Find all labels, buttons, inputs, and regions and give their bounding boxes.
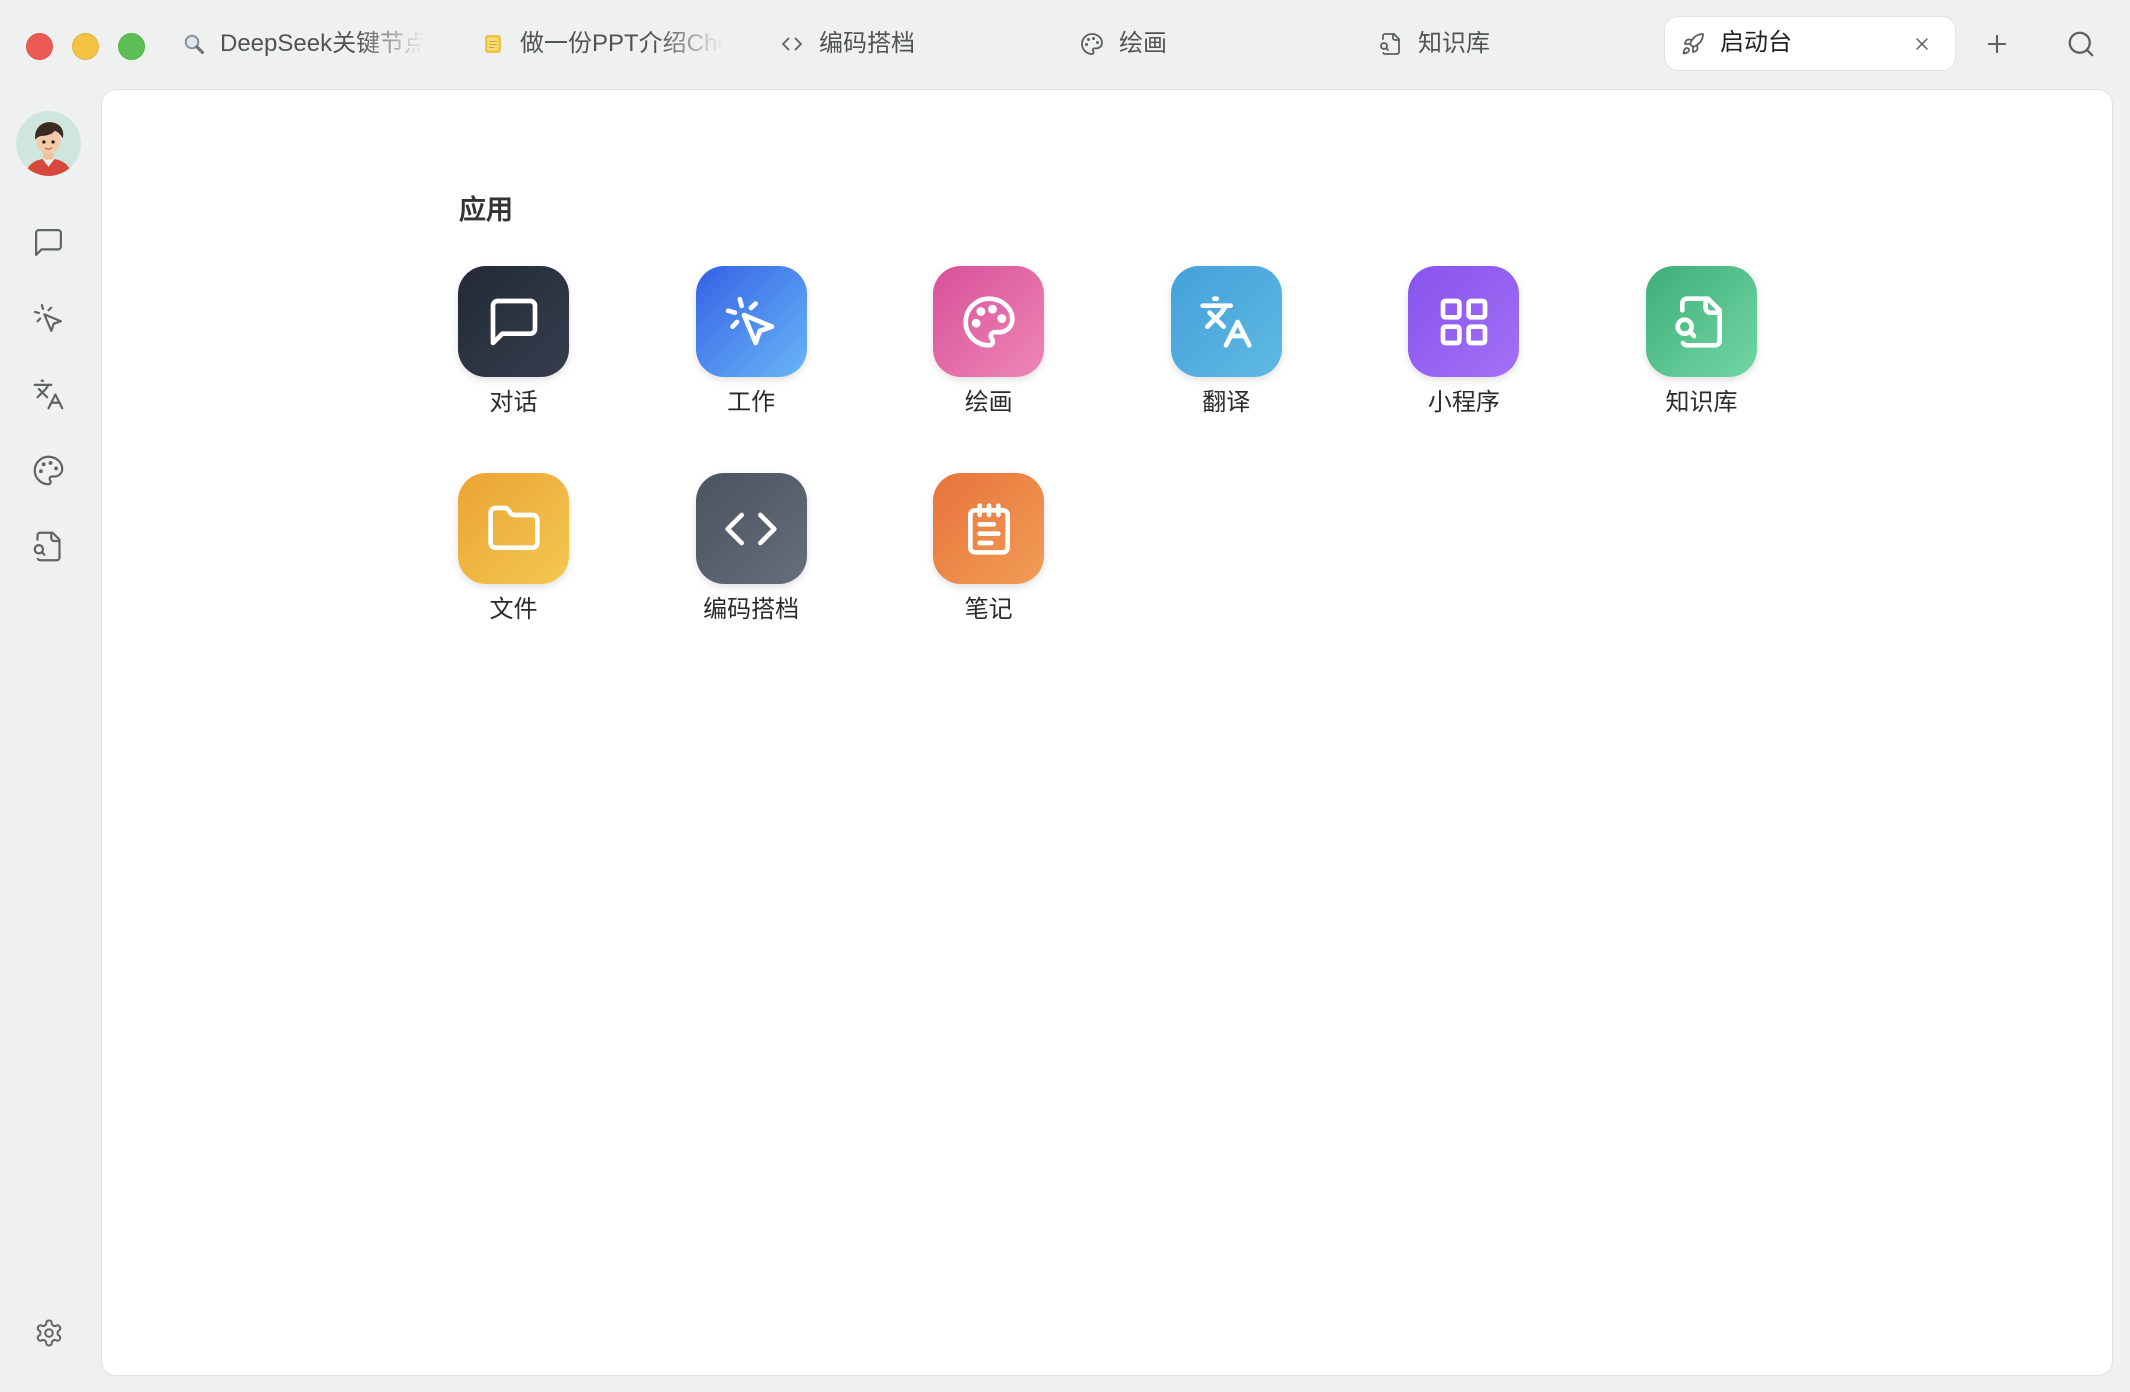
settings-button[interactable] — [34, 1318, 64, 1348]
search-icon[interactable] — [2066, 29, 2096, 59]
window-minimize-button[interactable] — [72, 33, 99, 60]
app-label: 小程序 — [1427, 389, 1500, 416]
app-work[interactable]: 工作 — [695, 266, 807, 417]
tab-launchpad[interactable]: 启动台 — [1664, 16, 1956, 71]
folder-icon — [487, 505, 540, 550]
app-coding-partner[interactable]: 编码搭档 — [695, 473, 807, 624]
magnifier-icon — [184, 34, 204, 54]
sidebar-item-paint[interactable] — [32, 454, 65, 487]
app-icon-tile[interactable] — [1170, 266, 1282, 377]
gear-icon — [36, 1319, 62, 1347]
tab-label: 知识库 — [1418, 30, 1490, 57]
pointer-click-icon — [33, 303, 62, 332]
app-label: 编码搭档 — [703, 596, 800, 623]
file-search-icon — [33, 531, 61, 562]
languages-icon — [33, 379, 64, 410]
app-files[interactable]: 文件 — [458, 473, 569, 624]
app-label: 绘画 — [964, 389, 1013, 416]
app-icon-tile[interactable] — [695, 473, 807, 584]
file-search-icon — [1675, 295, 1723, 348]
tab-label: 绘画 — [1119, 30, 1167, 57]
tab-coding-partner[interactable]: 编码搭档 — [780, 29, 915, 59]
window-close-button[interactable] — [26, 33, 53, 60]
app-paint[interactable]: 绘画 — [933, 266, 1045, 417]
message-square-icon — [35, 229, 62, 256]
launchpad-panel: 应用 对话 工作 绘画 翻译 小程序 知识库 文件 编码搭档 笔记 — [102, 90, 2112, 1375]
sidebar-item-work[interactable] — [32, 302, 65, 335]
app-notes[interactable]: 笔记 — [933, 473, 1045, 624]
app-icon-tile[interactable] — [458, 473, 569, 584]
app-icon-tile[interactable] — [1645, 266, 1757, 377]
tab-knowledge-base[interactable]: 知识库 — [1379, 29, 1490, 59]
app-icon-tile[interactable] — [695, 266, 807, 377]
app-translate[interactable]: 翻译 — [1170, 266, 1282, 417]
app-label: 翻译 — [1202, 389, 1251, 416]
palette-icon — [1081, 33, 1103, 55]
pointer-click-icon — [725, 296, 775, 345]
tab-label: DeepSeek关键节点 — [220, 30, 424, 57]
plus-icon[interactable] — [1983, 30, 2011, 58]
app-icon-tile[interactable] — [1408, 266, 1520, 377]
app-grid: 对话 工作 绘画 翻译 小程序 知识库 文件 编码搭档 笔记 — [458, 266, 1757, 624]
app-icon-tile[interactable] — [458, 266, 569, 377]
palette-icon — [963, 295, 1015, 348]
app-label: 知识库 — [1665, 389, 1738, 416]
tab-label: 编码搭档 — [819, 30, 915, 57]
notepad-icon — [967, 502, 1010, 555]
code-icon — [782, 37, 802, 51]
sidebar-item-translate[interactable] — [32, 378, 65, 411]
app-label: 笔记 — [964, 596, 1013, 623]
note-icon — [485, 35, 501, 53]
grid-icon — [1440, 298, 1488, 345]
rocket-icon — [1682, 33, 1704, 55]
tab-label: 启动台 — [1720, 29, 1792, 56]
languages-icon — [1200, 295, 1252, 348]
sidebar-item-knowledge[interactable] — [32, 530, 65, 563]
avatar-icon — [16, 111, 81, 176]
app-window: DeepSeek关键节点 做一份PPT介绍Che 编码搭档 绘画 知识库 启动台… — [0, 0, 2130, 1392]
app-label: 文件 — [489, 596, 538, 623]
app-icon-tile[interactable] — [933, 266, 1045, 377]
tab-label: 做一份PPT介绍Che — [520, 30, 723, 57]
code-icon — [725, 512, 777, 545]
app-label: 对话 — [489, 389, 538, 416]
avatar[interactable] — [16, 111, 81, 176]
window-zoom-button[interactable] — [118, 33, 145, 60]
section-title: 应用 — [459, 195, 513, 225]
app-label: 工作 — [727, 389, 776, 416]
tab-ppt[interactable]: 做一份PPT介绍Che — [481, 29, 723, 59]
palette-icon — [33, 455, 64, 486]
app-knowledge-base[interactable]: 知识库 — [1645, 266, 1757, 417]
app-icon-tile[interactable] — [933, 473, 1045, 584]
close-icon[interactable] — [1912, 34, 1932, 54]
app-chat[interactable]: 对话 — [458, 266, 569, 417]
sidebar-item-chat[interactable] — [32, 226, 65, 259]
app-mini-programs[interactable]: 小程序 — [1408, 266, 1520, 417]
tab-paint[interactable]: 绘画 — [1080, 29, 1167, 59]
file-search-icon — [1380, 33, 1400, 55]
message-square-icon — [490, 298, 537, 345]
tab-deepseek[interactable]: DeepSeek关键节点 — [182, 29, 424, 59]
